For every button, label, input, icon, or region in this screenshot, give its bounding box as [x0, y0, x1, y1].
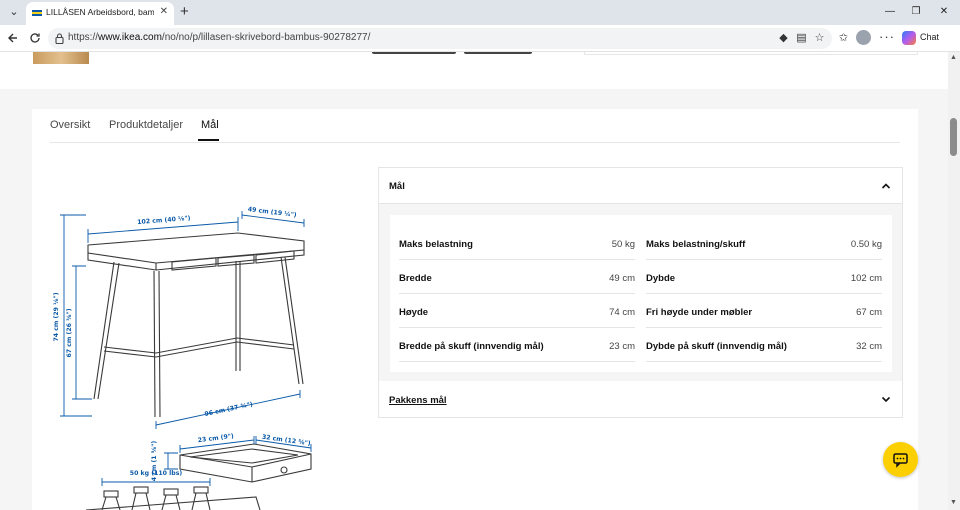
dimension-label: Bredde	[399, 273, 432, 284]
chat-bubble-icon	[893, 453, 908, 468]
reload-icon[interactable]	[26, 29, 44, 47]
site-info-icon[interactable]	[54, 32, 65, 45]
dimension-label: Maks belastning/skuff	[646, 239, 746, 250]
close-window-button[interactable]: ✕	[934, 4, 954, 20]
dimension-value: 67 cm	[856, 307, 882, 318]
dimension-value: 49 cm	[609, 273, 635, 284]
max-load-weights	[85, 486, 261, 510]
url-text[interactable]: https://www.ikea.com/no/no/p/lillasen-sk…	[68, 32, 370, 43]
minimize-button[interactable]: —	[880, 4, 900, 20]
dimension-drawing: 102 cm (40 ⅛") 49 cm (19 ¼") 74 cm (29 ⅛…	[53, 206, 312, 510]
dimensions-accordion: Mål Maks belastning 50 kg Maks belastnin…	[378, 167, 903, 418]
scroll-up-arrow-icon[interactable]: ▲	[950, 54, 957, 61]
drawer-outline	[179, 443, 312, 483]
browser-tab[interactable]: LILLÅSEN Arbeidsbord, bambus, 1 ✕	[26, 2, 174, 25]
dimension-label: Fri høyde under møbler	[646, 307, 753, 318]
dimension-label: Høyde	[399, 307, 429, 318]
package-accordion-header[interactable]: Pakkens mål	[379, 382, 902, 417]
leg-span-label: 96 cm (37 ¾")	[204, 401, 254, 418]
favorites-icon[interactable]: ✩	[836, 31, 851, 46]
product-thumbnail[interactable]	[33, 52, 89, 64]
favorite-star-icon[interactable]: ☆	[812, 31, 827, 46]
desk-height-label: 74 cm (29 ⅛")	[53, 292, 60, 341]
save-list-button[interactable]	[464, 52, 532, 54]
page-viewport: Oversikt Produktdetaljer Mål 102 cm (40 …	[0, 52, 948, 510]
reading-view-icon[interactable]: ▤	[794, 31, 809, 46]
tab-list-chevron-icon[interactable]: ⌄	[6, 4, 22, 20]
product-details-card: Oversikt Produktdetaljer Mål 102 cm (40 …	[32, 109, 918, 510]
desk-outline	[87, 232, 305, 418]
dimension-row: Dybde 102 cm	[646, 260, 882, 294]
add-to-cart-button[interactable]	[372, 52, 456, 54]
browser-titlebar: ⌄ LILLÅSEN Arbeidsbord, bambus, 1 ✕ + — …	[0, 0, 960, 25]
dimension-value: 32 cm	[856, 341, 882, 352]
dimension-row: Maks belastning/skuff 0.50 kg	[646, 226, 882, 260]
dimensions-table-wrapper: Maks belastning 50 kg Maks belastning/sk…	[379, 204, 902, 381]
chevron-down-icon[interactable]	[880, 393, 892, 405]
tab-close-icon[interactable]: ✕	[160, 6, 168, 17]
dimension-row: Maks belastning 50 kg	[399, 226, 635, 260]
copilot-icon[interactable]	[902, 31, 916, 45]
address-bar[interactable]: https://www.ikea.com/no/no/p/lillasen-sk…	[48, 28, 832, 49]
active-tab-indicator	[198, 139, 219, 141]
tab-product-details[interactable]: Produktdetaljer	[109, 119, 183, 131]
under-height-label: 67 cm (26 ⅜")	[66, 308, 73, 357]
chat-button[interactable]: Chat	[920, 32, 939, 42]
dimension-row: Bredde 49 cm	[399, 260, 635, 294]
tab-measurements[interactable]: Mål	[201, 119, 219, 131]
dimension-label: Dybde på skuff (innvendig mål)	[646, 341, 787, 352]
availability-card	[584, 52, 918, 55]
dimension-value: 102 cm	[850, 273, 882, 284]
chevron-up-icon[interactable]	[880, 180, 892, 192]
dimension-label: Dybde	[646, 273, 676, 284]
dimension-row: Fri høyde under møbler 67 cm	[646, 294, 882, 328]
back-arrow-icon[interactable]	[4, 29, 22, 47]
dimension-value: 50 kg	[611, 239, 635, 250]
shopping-tag-icon[interactable]: ◆	[776, 31, 791, 46]
scroll-down-arrow-icon[interactable]: ▼	[950, 499, 957, 506]
sticky-product-strip	[0, 52, 948, 89]
maximize-button[interactable]: ❐	[906, 4, 926, 20]
drawer-depth-label: 32 cm (12 ⅝")	[261, 434, 311, 448]
page-scrollbar[interactable]: ▲ ▼	[948, 52, 960, 510]
desk-width-label: 102 cm (40 ⅛")	[137, 215, 191, 226]
tab-overview[interactable]: Oversikt	[50, 119, 90, 131]
new-tab-button[interactable]: +	[180, 3, 189, 20]
dimension-value: 23 cm	[609, 341, 635, 352]
dimensions-accordion-header[interactable]: Mål	[379, 168, 902, 204]
more-options-icon[interactable]: ···	[879, 29, 895, 44]
tabs-divider	[50, 142, 900, 143]
scrollbar-thumb[interactable]	[950, 118, 957, 156]
dimension-label: Maks belastning	[399, 239, 473, 250]
dimensions-table: Maks belastning 50 kg Maks belastning/sk…	[390, 215, 892, 372]
dimension-row: Dybde på skuff (innvendig mål) 32 cm	[646, 328, 882, 362]
chat-support-button[interactable]	[883, 442, 918, 477]
dimension-value: 0.50 kg	[850, 239, 882, 250]
profile-avatar[interactable]	[856, 30, 871, 45]
ikea-favicon-icon	[32, 10, 42, 16]
dimension-row: Bredde på skuff (innvendig mål) 23 cm	[399, 328, 635, 362]
max-load-label: 50 kg (110 lbs)	[130, 470, 183, 477]
browser-toolbar: https://www.ikea.com/no/no/p/lillasen-sk…	[0, 25, 960, 52]
drawer-width-label: 23 cm (9")	[197, 433, 234, 444]
package-dimensions-title[interactable]: Pakkens mål	[389, 395, 447, 406]
dimension-label: Bredde på skuff (innvendig mål)	[399, 341, 544, 352]
dimension-value: 74 cm	[609, 307, 635, 318]
dimension-row: Høyde 74 cm	[399, 294, 635, 328]
dimensions-title: Mål	[389, 181, 405, 192]
tab-title: LILLÅSEN Arbeidsbord, bambus, 1	[46, 7, 154, 17]
